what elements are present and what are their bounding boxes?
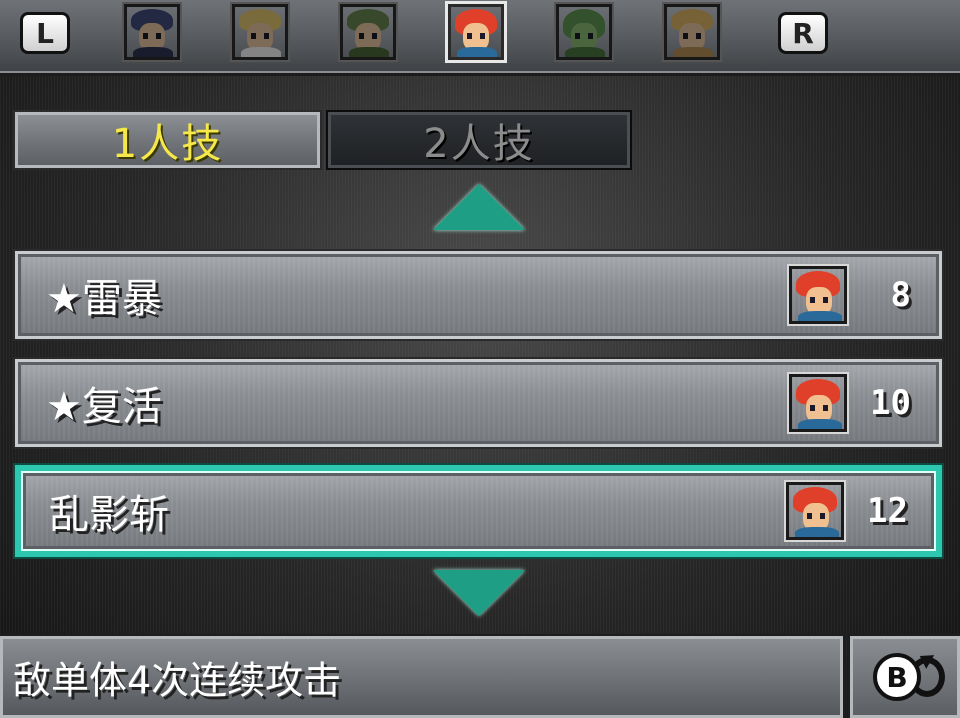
scroll-up-arrow-icon[interactable] [433,184,525,230]
game-screen: L R 1人技 2人技 ★雷暴 8 ★复活 10 乱影斩 12 敌单体4次连续攻… [0,0,960,718]
character-portrait-marle[interactable] [232,4,288,60]
character-portrait-lucca[interactable] [340,4,396,60]
tab-dual-tech[interactable]: 2人技 [326,110,632,170]
character-portrait-crono[interactable] [448,4,504,60]
skill-cost: 10 [870,383,911,423]
character-portrait-ayla[interactable] [664,4,720,60]
character-portrait-frog[interactable] [556,4,612,60]
skill-row-selected[interactable]: 乱影斩 12 [13,463,944,559]
skill-row[interactable]: ★雷暴 8 [13,249,944,341]
skill-row[interactable]: ★复活 10 [13,357,944,449]
tab-single-tech[interactable]: 1人技 [13,110,322,170]
skill-cost: 12 [867,491,908,531]
character-portrait-magus[interactable] [124,4,180,60]
character-portrait-crono [789,266,847,324]
character-select-bar: L R [0,0,960,76]
skill-name: ★雷暴 [46,276,162,322]
back-button[interactable]: B [848,634,960,718]
l-shoulder-button[interactable]: L [20,12,70,54]
skill-cost: 8 [890,275,911,315]
character-portrait-crono [786,482,844,540]
skill-name: ★复活 [46,384,162,430]
r-shoulder-button[interactable]: R [778,12,828,54]
character-portrait-crono [789,374,847,432]
skill-description-bar: 敌单体4次连续攻击 [0,634,845,718]
skill-description: 敌单体4次连续攻击 [13,658,342,703]
scroll-down-arrow-icon[interactable] [433,570,525,616]
b-button-icon: B [873,653,921,701]
skill-name: 乱影斩 [49,492,169,538]
